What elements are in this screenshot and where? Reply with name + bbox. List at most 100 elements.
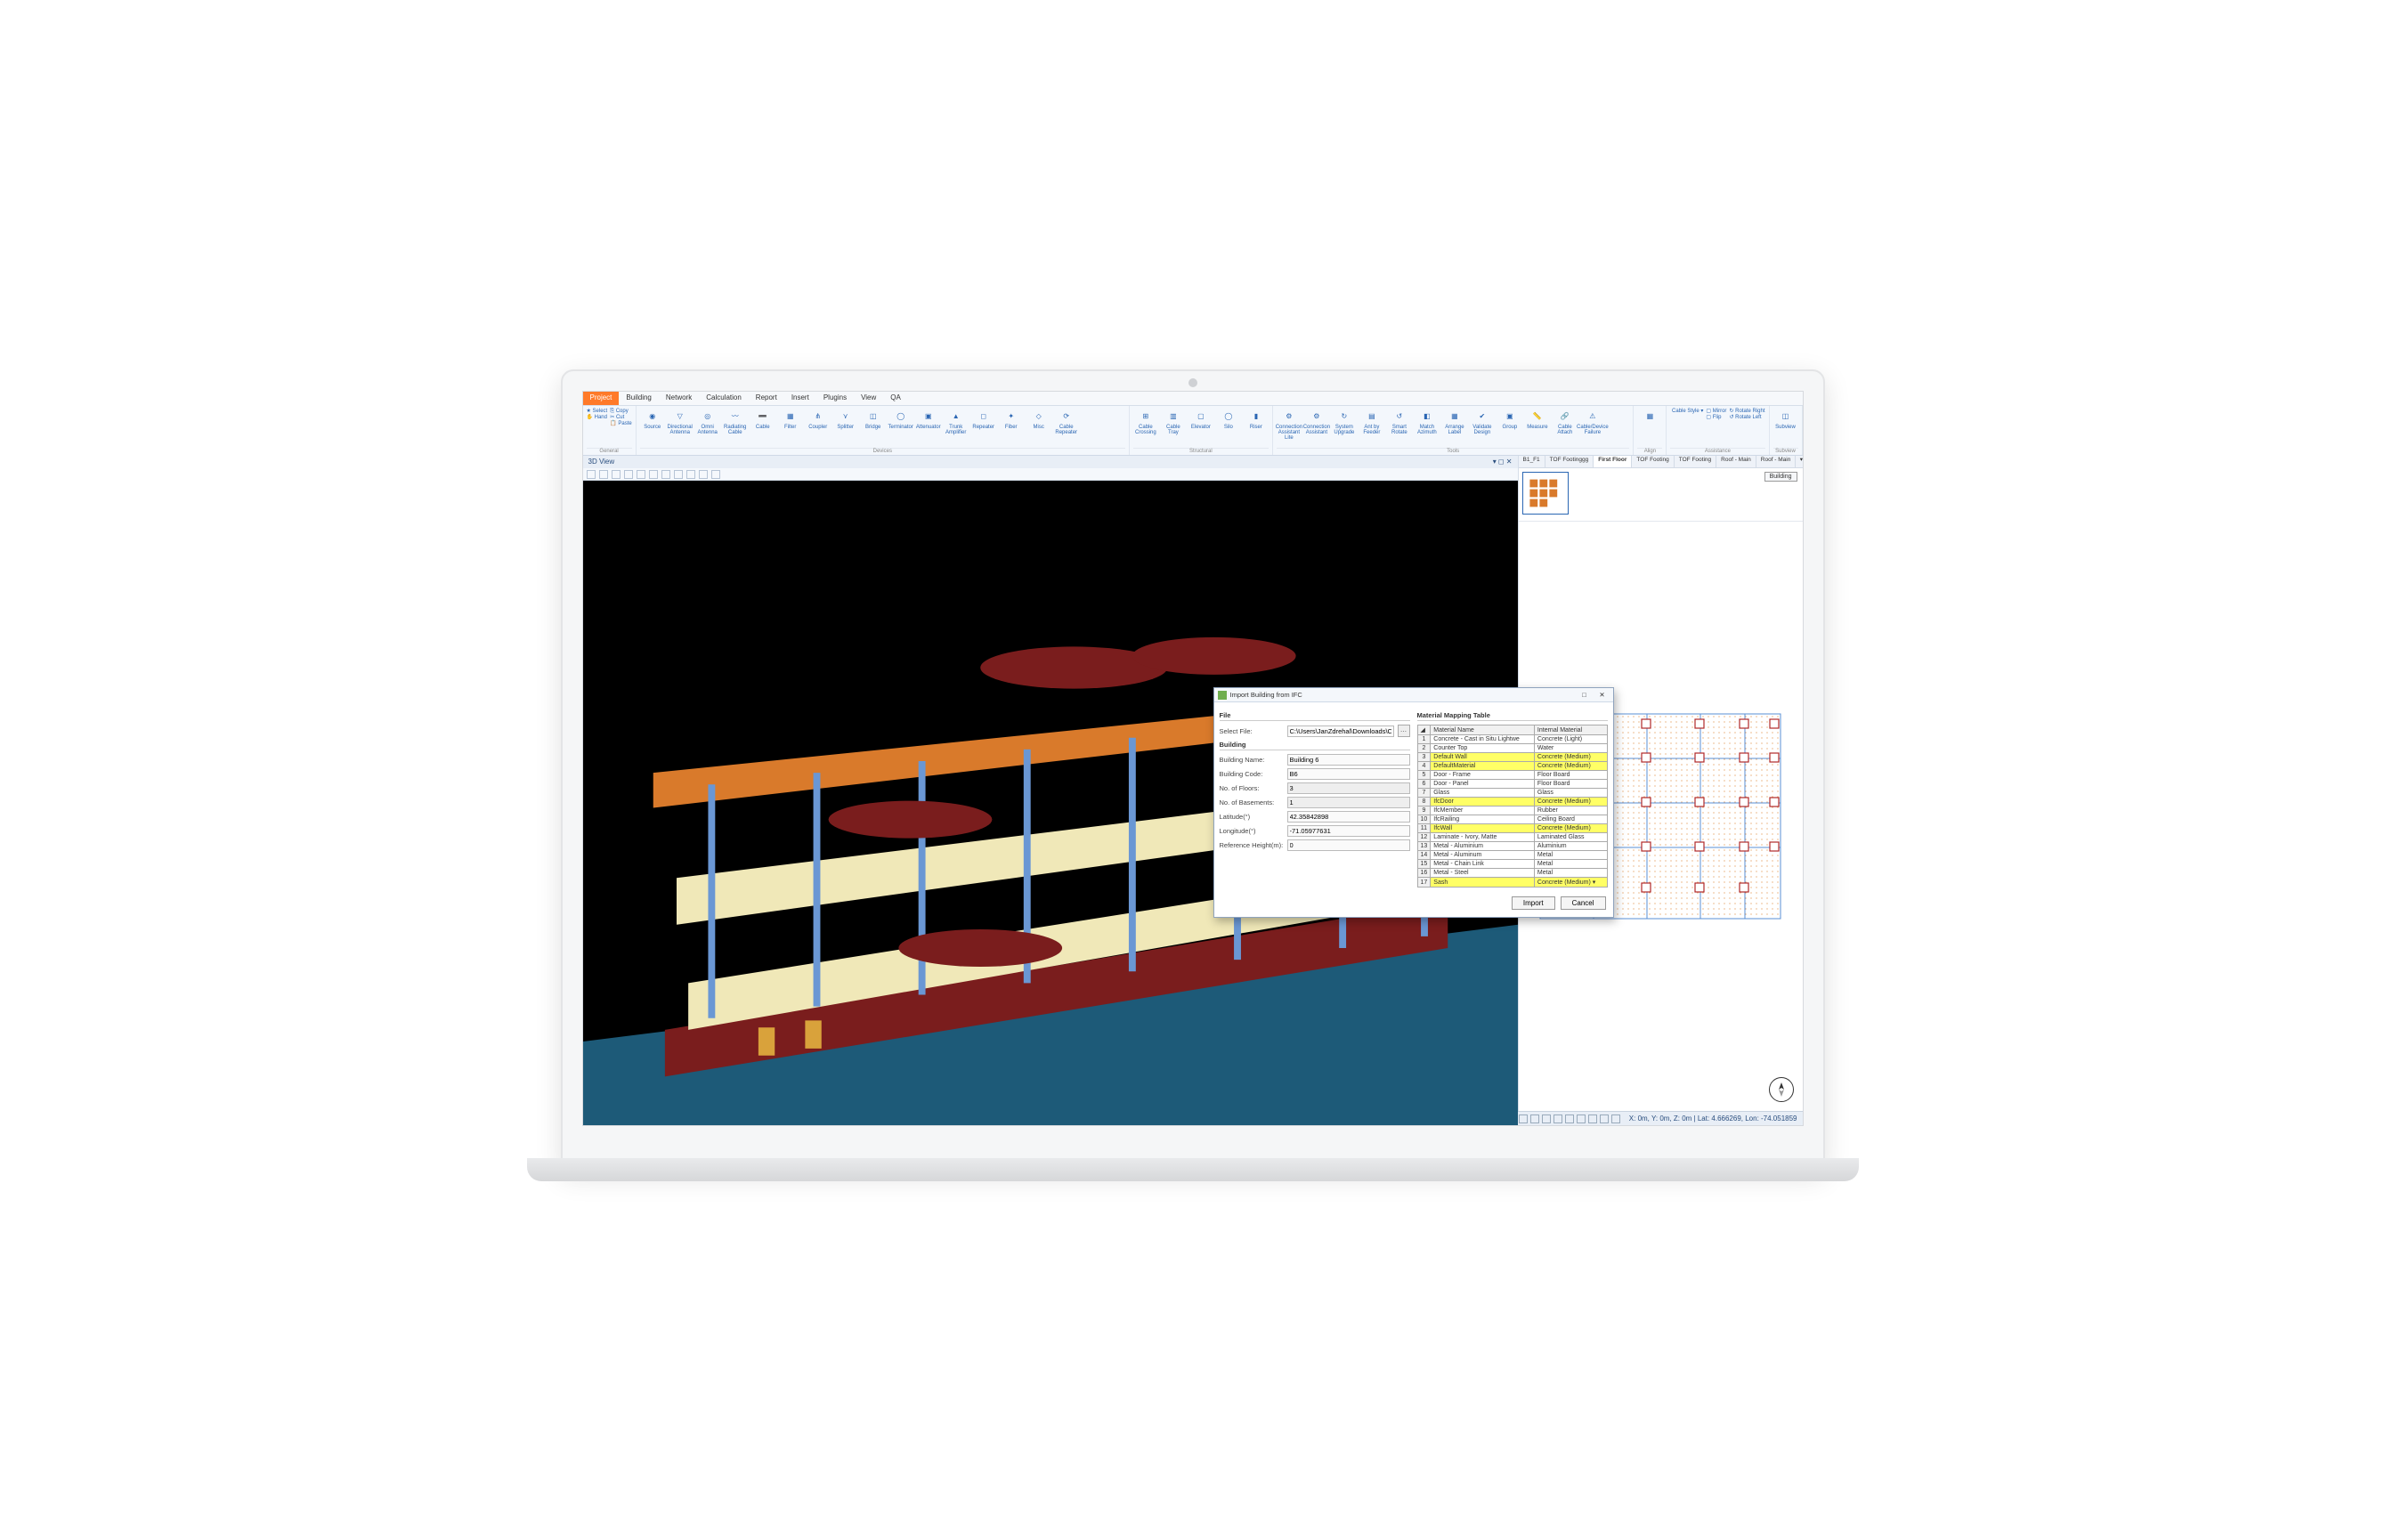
material-row[interactable]: 2Counter TopWater bbox=[1417, 744, 1607, 753]
dialog-close-icon[interactable]: ✕ bbox=[1595, 691, 1610, 699]
material-row[interactable]: 1Concrete - Cast in Situ LightweConcrete… bbox=[1417, 735, 1607, 744]
latitude-input[interactable] bbox=[1287, 811, 1410, 823]
material-row[interactable]: 11IfcWallConcrete (Medium) bbox=[1417, 824, 1607, 833]
ribbon-riser[interactable]: ▮Riser bbox=[1244, 408, 1269, 435]
material-row[interactable]: 13Metal - AluminiumAluminium bbox=[1417, 842, 1607, 851]
dialog-titlebar[interactable]: Import Building from IFC □✕ bbox=[1214, 688, 1613, 702]
ribbon-fiber[interactable]: ✦Fiber bbox=[999, 408, 1024, 435]
status-icon[interactable] bbox=[1611, 1114, 1620, 1123]
ribbon-attenuator[interactable]: ▣Attenuator bbox=[916, 408, 941, 435]
menu-qa[interactable]: QA bbox=[883, 392, 908, 405]
cancel-button[interactable]: Cancel bbox=[1561, 896, 1606, 910]
ribbon-cable-tray[interactable]: ▥Cable Tray bbox=[1161, 408, 1186, 435]
material-row[interactable]: 3Default WallConcrete (Medium) bbox=[1417, 753, 1607, 762]
vt-btn[interactable] bbox=[649, 470, 658, 479]
material-row[interactable]: 6Door - PanelFloor Board bbox=[1417, 780, 1607, 789]
select-file-input[interactable] bbox=[1287, 725, 1394, 737]
vt-btn[interactable] bbox=[699, 470, 708, 479]
material-row[interactable]: 15Metal - Chain LinkMetal bbox=[1417, 860, 1607, 869]
ribbon-cable-repeater[interactable]: ⟳Cable Repeater bbox=[1054, 408, 1079, 435]
material-row[interactable]: 10IfcRailingCeiling Board bbox=[1417, 815, 1607, 824]
material-row[interactable]: 5Door - FrameFloor Board bbox=[1417, 771, 1607, 780]
status-icon[interactable] bbox=[1530, 1114, 1539, 1123]
ribbon-smart-rotate[interactable]: ↺Smart Rotate bbox=[1387, 408, 1412, 441]
ribbon-misc[interactable]: ◇Misc bbox=[1026, 408, 1051, 435]
ribbon-repeater[interactable]: ◻Repeater bbox=[971, 408, 996, 435]
material-row[interactable]: 8IfcDoorConcrete (Medium) bbox=[1417, 798, 1607, 806]
status-icon[interactable] bbox=[1553, 1114, 1562, 1123]
status-icon[interactable] bbox=[1519, 1114, 1528, 1123]
status-icon[interactable] bbox=[1600, 1114, 1609, 1123]
vt-btn[interactable] bbox=[624, 470, 633, 479]
ribbon-bridge[interactable]: ◫Bridge bbox=[861, 408, 886, 435]
vt-btn[interactable] bbox=[711, 470, 720, 479]
ribbon-measure[interactable]: 📏Measure bbox=[1525, 408, 1550, 441]
vt-btn[interactable] bbox=[637, 470, 645, 479]
tab-tof-footing-2[interactable]: TOF Footing bbox=[1675, 456, 1716, 467]
mat-header-internal[interactable]: Internal Material bbox=[1534, 725, 1607, 735]
menu-plugins[interactable]: Plugins bbox=[816, 392, 854, 405]
building-name-input[interactable] bbox=[1287, 754, 1410, 766]
cable-style[interactable]: Cable Style ▾ bbox=[1670, 408, 1703, 420]
rotate-buttons[interactable]: ↻ Rotate Right↺ Rotate Left bbox=[1729, 408, 1764, 420]
material-row[interactable]: 4DefaultMaterialConcrete (Medium) bbox=[1417, 762, 1607, 771]
longitude-input[interactable] bbox=[1287, 825, 1410, 837]
dialog-maximize-icon[interactable]: □ bbox=[1578, 691, 1592, 699]
tab-roof-main[interactable]: Roof - Main bbox=[1716, 456, 1756, 467]
tab-roof-main-2[interactable]: Roof - Main bbox=[1756, 456, 1797, 467]
ribbon-connection-assistant[interactable]: ⚙Connection Assistant bbox=[1304, 408, 1329, 441]
mat-header-name[interactable]: Material Name bbox=[1431, 725, 1535, 735]
menu-building[interactable]: Building bbox=[619, 392, 658, 405]
material-row[interactable]: 16Metal - SteelMetal bbox=[1417, 869, 1607, 878]
material-table[interactable]: ◢Material NameInternal Material 1Concret… bbox=[1417, 725, 1608, 888]
ribbon-cable-attach[interactable]: 🔗Cable Attach bbox=[1553, 408, 1578, 441]
ribbon-terminator[interactable]: ◯Terminator bbox=[888, 408, 913, 435]
status-icon[interactable] bbox=[1542, 1114, 1551, 1123]
ribbon-trunk-amplifier[interactable]: ▲Trunk Amplifier bbox=[944, 408, 969, 435]
ribbon-connection-assistant-lite[interactable]: ⚙Connection Assistant Lite bbox=[1277, 408, 1302, 441]
ribbon-elevator[interactable]: ▢Elevator bbox=[1188, 408, 1213, 435]
ribbon-filter[interactable]: ▦Filter bbox=[778, 408, 803, 435]
tab-first-floor[interactable]: First Floor bbox=[1594, 456, 1632, 467]
select-tool[interactable]: ★ Select✋ Hand bbox=[587, 408, 608, 426]
menu-calculation[interactable]: Calculation bbox=[699, 392, 749, 405]
material-row[interactable]: 7GlassGlass bbox=[1417, 789, 1607, 798]
ribbon-match-azimuth[interactable]: ◧Match Azimuth bbox=[1415, 408, 1440, 441]
ribbon-cable[interactable]: ➖Cable bbox=[750, 408, 775, 435]
ribbon-validate-design[interactable]: ✔Validate Design bbox=[1470, 408, 1495, 441]
ribbon-ant-by-feeder[interactable]: ▤Ant by Feeder bbox=[1359, 408, 1384, 441]
material-row[interactable]: 9IfcMemberRubber bbox=[1417, 806, 1607, 815]
ribbon-arrange-label[interactable]: ▦Arrange Label bbox=[1442, 408, 1467, 441]
ribbon-group[interactable]: ▣Group bbox=[1497, 408, 1522, 441]
building-button[interactable]: Building bbox=[1764, 472, 1797, 482]
status-icon[interactable] bbox=[1588, 1114, 1597, 1123]
tab-tof-footing[interactable]: TOF Footing bbox=[1632, 456, 1674, 467]
vt-btn[interactable] bbox=[686, 470, 695, 479]
vt-btn[interactable] bbox=[587, 470, 596, 479]
copy-cut-paste[interactable]: ⎘ Copy✂ Cut📋 Paste bbox=[610, 408, 631, 426]
align-icons[interactable]: ▦ bbox=[1637, 408, 1662, 424]
material-row[interactable]: 12Laminate - Ivory, MatteLaminated Glass bbox=[1417, 833, 1607, 842]
import-button[interactable]: Import bbox=[1512, 896, 1555, 910]
vt-btn[interactable] bbox=[661, 470, 670, 479]
floor-thumbnail[interactable] bbox=[1522, 472, 1569, 515]
material-row[interactable]: 17SashConcrete (Medium) ▾ bbox=[1417, 878, 1607, 888]
ribbon-directional-antenna[interactable]: ▽Directional Antenna bbox=[668, 408, 693, 435]
building-code-input[interactable] bbox=[1287, 768, 1410, 780]
menu-report[interactable]: Report bbox=[749, 392, 784, 405]
material-row[interactable]: 14Metal - AluminumMetal bbox=[1417, 851, 1607, 860]
tab-dropdown-icon[interactable]: ▾ bbox=[1796, 456, 1803, 467]
ribbon-radiating-cable[interactable]: 〰Radiating Cable bbox=[723, 408, 748, 435]
tab-b1f1[interactable]: B1_F1 bbox=[1519, 456, 1545, 467]
ribbon-coupler[interactable]: ⋔Coupler bbox=[806, 408, 831, 435]
vt-btn[interactable] bbox=[599, 470, 608, 479]
menu-insert[interactable]: Insert bbox=[784, 392, 816, 405]
ribbon-silo[interactable]: ◯Silo bbox=[1216, 408, 1241, 435]
ribbon-splitter[interactable]: ⋎Splitter bbox=[833, 408, 858, 435]
ribbon-omni-antenna[interactable]: ◎Omni Antenna bbox=[695, 408, 720, 435]
status-icon[interactable] bbox=[1565, 1114, 1574, 1123]
ref-height-input[interactable] bbox=[1287, 839, 1410, 851]
ribbon-source[interactable]: ◉Source bbox=[640, 408, 665, 435]
vt-btn[interactable] bbox=[674, 470, 683, 479]
menu-network[interactable]: Network bbox=[659, 392, 699, 405]
